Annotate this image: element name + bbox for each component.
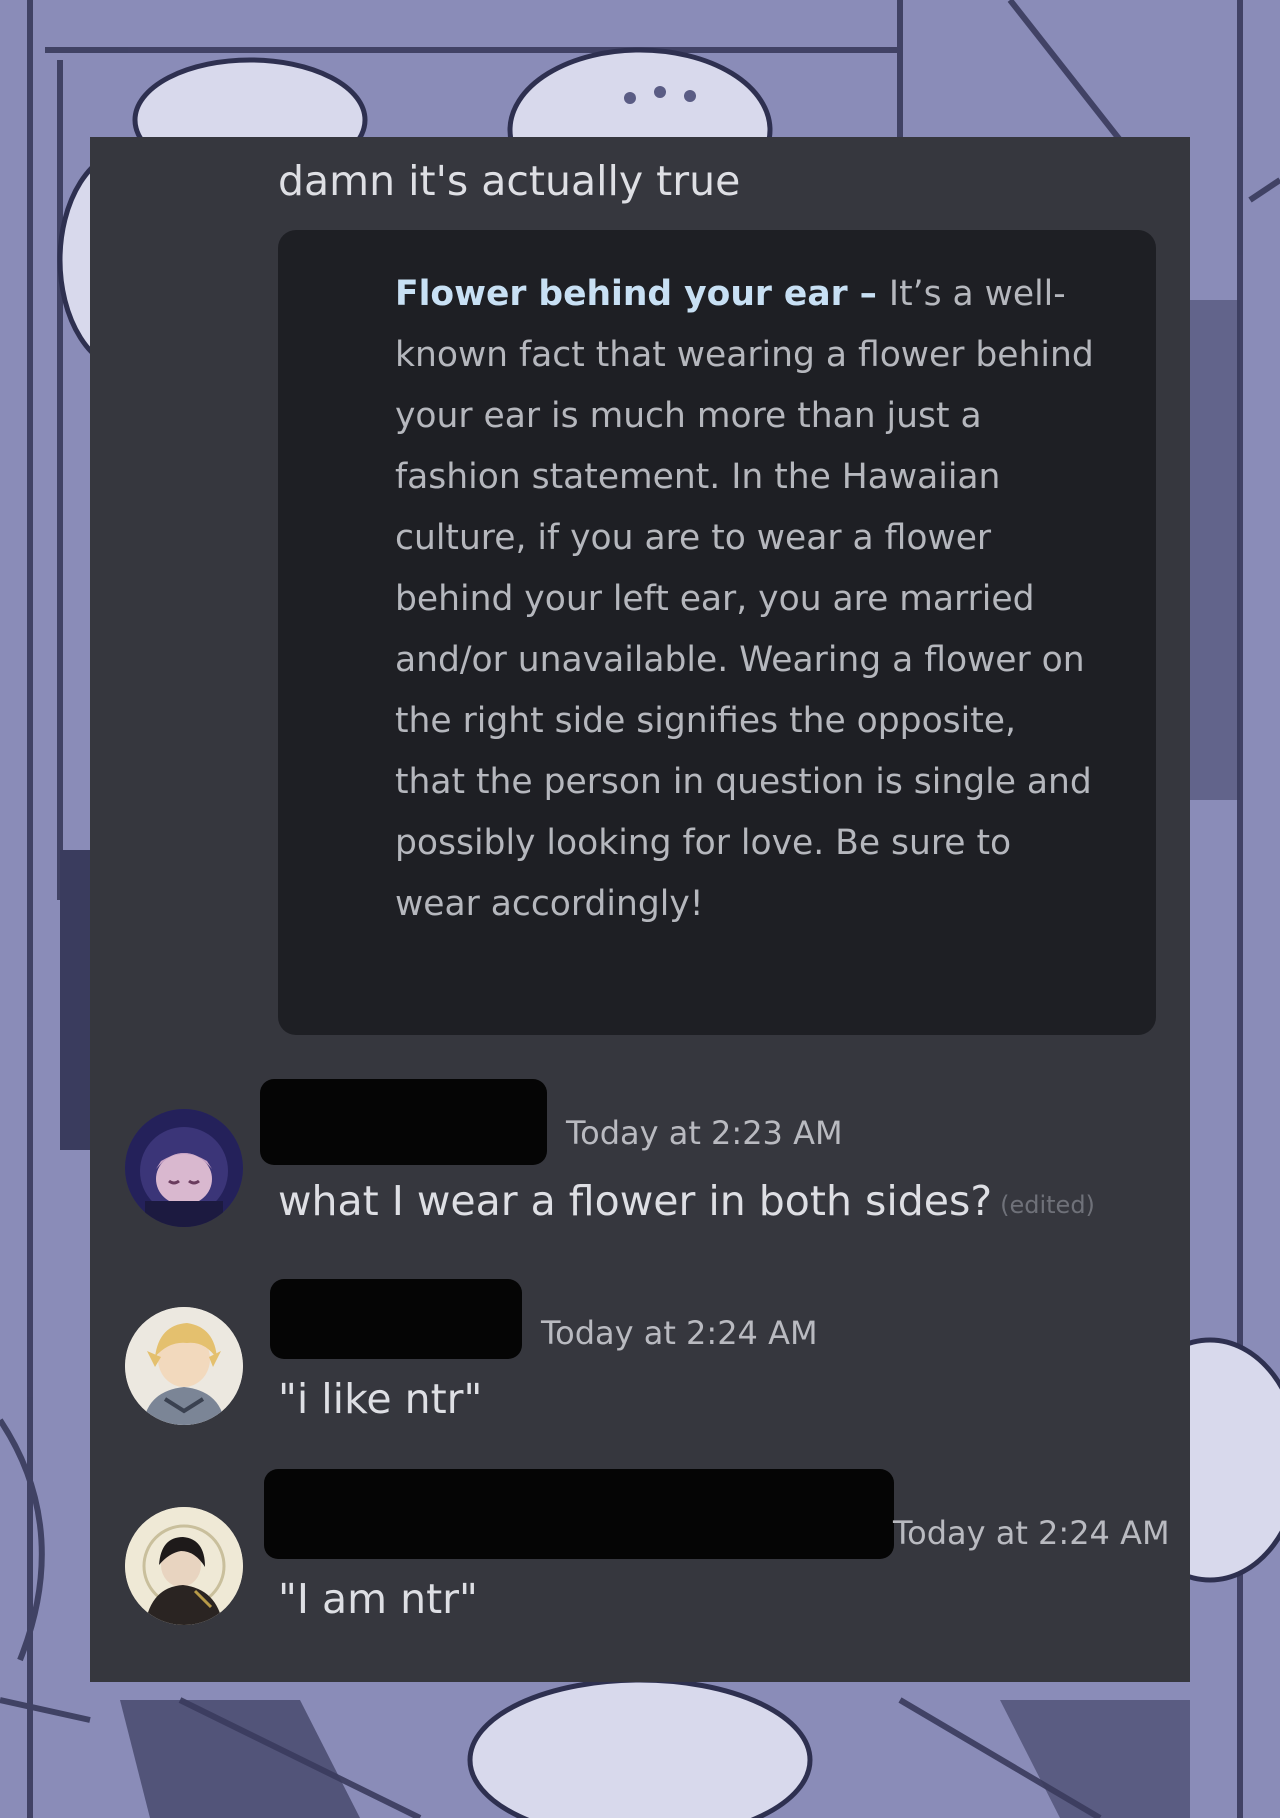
redacted-username (270, 1279, 522, 1359)
message-text: "I am ntr" (278, 1575, 478, 1623)
message-timestamp: Today at 2:24 AM (541, 1314, 818, 1352)
edited-label: (edited) (1000, 1191, 1095, 1219)
embed-body: Flower behind your ear – It’s a well-kno… (395, 264, 1095, 935)
embed-title: Flower behind your ear (395, 274, 848, 314)
message-timestamp: Today at 2:23 AM (566, 1114, 843, 1152)
embed-separator: – (847, 274, 889, 314)
redacted-username (264, 1469, 894, 1559)
quote-embed: Flower behind your ear – It’s a well-kno… (278, 230, 1156, 1035)
redacted-username (260, 1079, 547, 1165)
message-text: "i like ntr" (278, 1375, 483, 1423)
message-text: damn it's actually true (278, 157, 741, 205)
user-avatar[interactable] (125, 1507, 243, 1625)
user-avatar[interactable] (125, 1307, 243, 1425)
message-text: what I wear a flower in both sides? (edit… (278, 1177, 1095, 1229)
user-avatar[interactable] (125, 1109, 243, 1227)
chat-panel: damn it's actually true Flower behind yo… (90, 137, 1190, 1682)
message-content: what I wear a flower in both sides? (278, 1177, 993, 1225)
embed-text: It’s a well-known fact that wearing a fl… (395, 274, 1094, 924)
message-timestamp: Today at 2:24 AM (893, 1514, 1170, 1552)
